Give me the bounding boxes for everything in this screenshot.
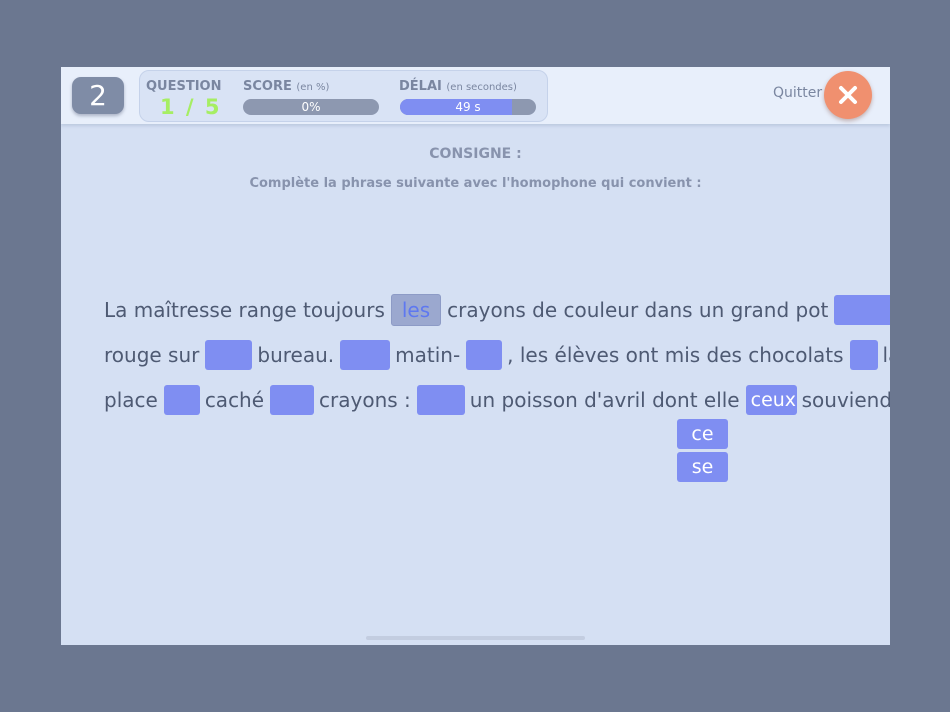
answer-blank[interactable]: [340, 340, 391, 370]
sentence-text: La maîtresse range toujours: [104, 298, 385, 322]
answer-blank[interactable]: [163, 385, 200, 415]
sentence-text: la: [882, 343, 890, 367]
level-badge: 2: [72, 77, 124, 114]
question-count: 1 / 5: [160, 95, 222, 119]
sentence-line-1: La maîtresse range toujours les crayons …: [104, 294, 890, 326]
sentence-text: crayons :: [319, 388, 411, 412]
sentence-text: souviendra !: [801, 388, 890, 412]
sentence-text: caché: [204, 388, 265, 412]
answer-blank[interactable]: [466, 340, 503, 370]
score-value: 0%: [301, 100, 321, 114]
sentence-text: bureau.: [257, 343, 335, 367]
quit-button[interactable]: [824, 71, 872, 119]
sentence-text: crayons de couleur dans un grand pot: [447, 298, 829, 322]
instruction-title: CONSIGNE :: [429, 146, 522, 162]
delay-label: DÉLAI (en secondes): [399, 79, 517, 94]
question-label: QUESTION: [146, 79, 222, 94]
close-icon: [839, 86, 857, 104]
answer-blank[interactable]: [849, 340, 878, 370]
delay-value: 49 s: [455, 100, 481, 114]
home-indicator: [366, 636, 585, 640]
answer-blank[interactable]: [205, 340, 253, 370]
sentence-text: rouge sur: [104, 343, 200, 367]
dropdown-option-se[interactable]: se: [677, 452, 728, 482]
sentence-text: un poisson d'avril dont elle: [469, 388, 740, 412]
delay-bar: 49 s: [400, 99, 536, 115]
score-label: SCORE (en %): [243, 79, 330, 94]
answer-blank[interactable]: [270, 385, 315, 415]
stats-panel: QUESTION 1 / 5 SCORE (en %) 0% DÉLAI (en…: [139, 70, 548, 122]
sentence-line-3: place caché crayons : un poisson d'avril…: [104, 384, 890, 416]
header-bar: 2 QUESTION 1 / 5 SCORE (en %) 0% DÉLAI (…: [61, 67, 890, 124]
instruction-text: Complète la phrase suivante avec l'homop…: [249, 176, 702, 191]
score-bar: 0%: [243, 99, 379, 115]
dropdown-option-ce[interactable]: ce: [677, 419, 728, 449]
sentence-text: matin-: [395, 343, 461, 367]
sentence-text: place: [104, 388, 158, 412]
exercise-screen: 2 QUESTION 1 / 5 SCORE (en %) 0% DÉLAI (…: [61, 67, 890, 645]
answer-blank-filled[interactable]: les: [390, 294, 442, 326]
answer-blank[interactable]: [416, 385, 465, 415]
answer-dropdown-current[interactable]: ceux: [745, 385, 797, 415]
answer-blank[interactable]: [834, 295, 890, 325]
sentence-text: , les élèves ont mis des chocolats: [507, 343, 844, 367]
sentence-line-2: rouge sur bureau. matin- , les élèves on…: [104, 339, 890, 371]
score-unit: (en %): [296, 82, 330, 93]
delay-unit: (en secondes): [446, 82, 517, 93]
quit-label[interactable]: Quitter: [773, 85, 822, 101]
